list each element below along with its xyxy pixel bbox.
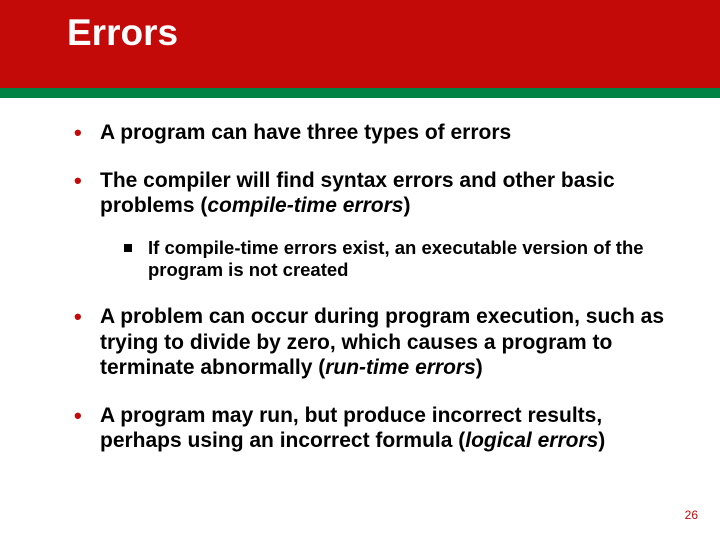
bullet-item: A program may run, but produce incorrect… xyxy=(60,403,670,454)
bullet-text: A problem can occur during program execu… xyxy=(100,305,664,379)
title-bar: Errors xyxy=(0,0,720,88)
bullet-item: A problem can occur during program execu… xyxy=(60,304,670,381)
bullet-text: A program may run, but produce incorrect… xyxy=(100,404,605,453)
bullet-item: A program can have three types of errors xyxy=(60,120,670,146)
page-number: 26 xyxy=(685,508,698,522)
bullet-text: The compiler will find syntax errors and… xyxy=(100,169,615,218)
sub-bullet-list: If compile-time errors exist, an executa… xyxy=(100,237,670,282)
slide-title: Errors xyxy=(67,12,178,54)
slide-body: A program can have three types of errors… xyxy=(0,88,720,454)
bullet-list: A program can have three types of errors… xyxy=(60,120,670,454)
accent-band xyxy=(0,88,720,98)
bullet-text: A program can have three types of errors xyxy=(100,121,511,144)
sub-bullet-text: If compile-time errors exist, an executa… xyxy=(148,237,644,281)
sub-bullet-item: If compile-time errors exist, an executa… xyxy=(116,237,670,282)
bullet-item: The compiler will find syntax errors and… xyxy=(60,168,670,282)
